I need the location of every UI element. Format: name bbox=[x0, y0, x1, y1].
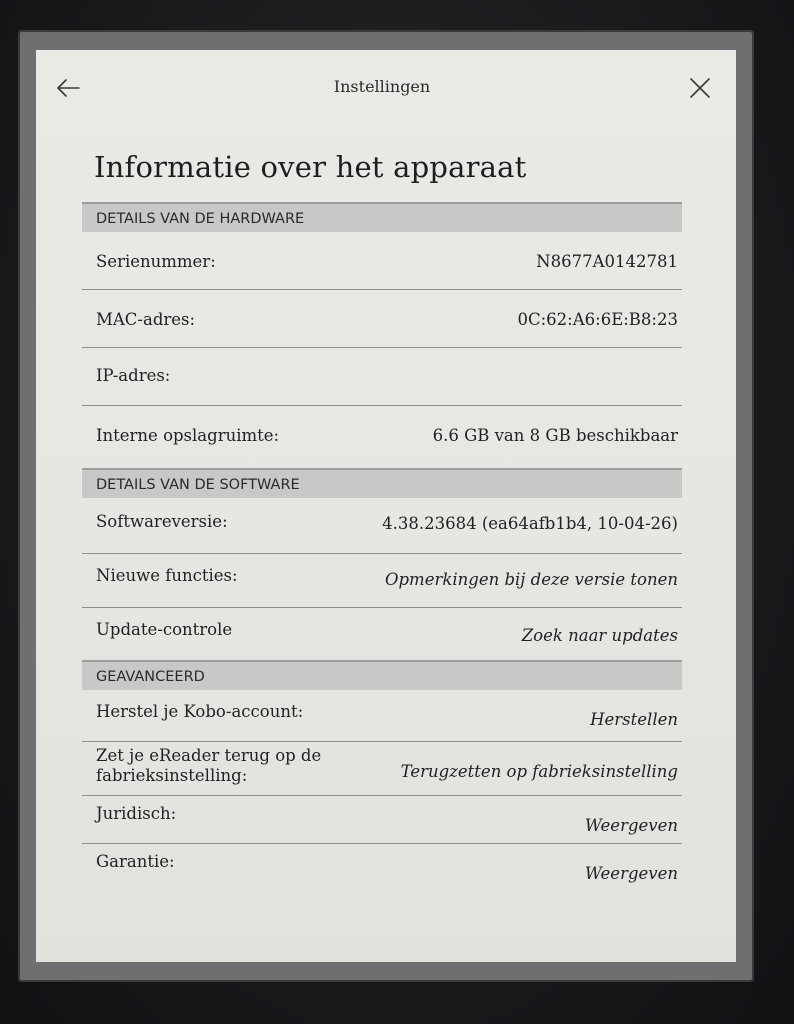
close-button[interactable] bbox=[686, 74, 714, 102]
mac-address-value: 0C:62:A6:6E:B8:23 bbox=[517, 310, 679, 329]
section-header-advanced: GEAVANCEERD bbox=[82, 660, 682, 690]
ereader-device: Instellingen Informatie over het apparaa… bbox=[0, 0, 794, 1024]
factory-reset-link[interactable]: Terugzetten op fabrieksinstelling bbox=[401, 762, 678, 781]
row-mac-address: MAC-adres: 0C:62:A6:6E:B8:23 bbox=[82, 290, 682, 348]
check-updates-link[interactable]: Zoek naar updates bbox=[522, 626, 678, 645]
restore-account-link[interactable]: Herstellen bbox=[590, 710, 678, 729]
row-label: MAC-adres: bbox=[96, 310, 196, 329]
row-label: Update-controle bbox=[96, 620, 233, 639]
row-label: Softwareversie: bbox=[96, 512, 228, 531]
row-update-check: Update-controle Zoek naar updates bbox=[82, 608, 682, 660]
row-label: Zet je eReader terug op de fabrieksinste… bbox=[96, 746, 322, 785]
settings-title: Instellingen bbox=[333, 77, 431, 96]
row-label: Juridisch: bbox=[96, 804, 177, 823]
row-label: Serienummer: bbox=[96, 252, 216, 271]
row-software-version: Softwareversie: 4.38.23684 (ea64afb1b4, … bbox=[82, 498, 682, 554]
device-screen: Instellingen Informatie over het apparaa… bbox=[36, 50, 736, 962]
software-version-value: 4.38.23684 (ea64afb1b4, 10-04-26) bbox=[382, 514, 678, 533]
close-icon bbox=[690, 78, 710, 98]
section-header-hardware: DETAILS VAN DE HARDWARE bbox=[82, 202, 682, 232]
row-factory-reset: Zet je eReader terug op de fabrieksinste… bbox=[82, 742, 682, 796]
row-label: Herstel je Kobo-account: bbox=[96, 702, 304, 721]
storage-value: 6.6 GB van 8 GB beschikbaar bbox=[432, 426, 678, 445]
row-internal-storage: Interne opslagruimte: 6.6 GB van 8 GB be… bbox=[82, 406, 682, 468]
row-legal: Juridisch: Weergeven bbox=[82, 796, 682, 844]
device-info-list: DETAILS VAN DE HARDWARE Serienummer: N86… bbox=[82, 202, 682, 894]
row-serial-number: Serienummer: N8677A0142781 bbox=[82, 232, 682, 290]
row-label: Nieuwe functies: bbox=[96, 566, 238, 585]
row-restore-account: Herstel je Kobo-account: Herstellen bbox=[82, 690, 682, 742]
row-label: Garantie: bbox=[96, 852, 175, 871]
row-warranty: Garantie: Weergeven bbox=[82, 844, 682, 894]
row-label: Interne opslagruimte: bbox=[96, 426, 280, 445]
legal-view-link[interactable]: Weergeven bbox=[585, 816, 678, 835]
release-notes-link[interactable]: Opmerkingen bij deze versie tonen bbox=[385, 570, 678, 589]
row-ip-address: IP-adres: bbox=[82, 348, 682, 406]
row-new-features: Nieuwe functies: Opmerkingen bij deze ve… bbox=[82, 554, 682, 608]
section-header-software: DETAILS VAN DE SOFTWARE bbox=[82, 468, 682, 498]
page-title: Informatie over het apparaat bbox=[94, 150, 527, 184]
serial-number-value: N8677A0142781 bbox=[536, 252, 678, 271]
row-label: IP-adres: bbox=[96, 366, 171, 385]
warranty-view-link[interactable]: Weergeven bbox=[585, 864, 678, 883]
top-bar: Instellingen bbox=[36, 50, 736, 126]
